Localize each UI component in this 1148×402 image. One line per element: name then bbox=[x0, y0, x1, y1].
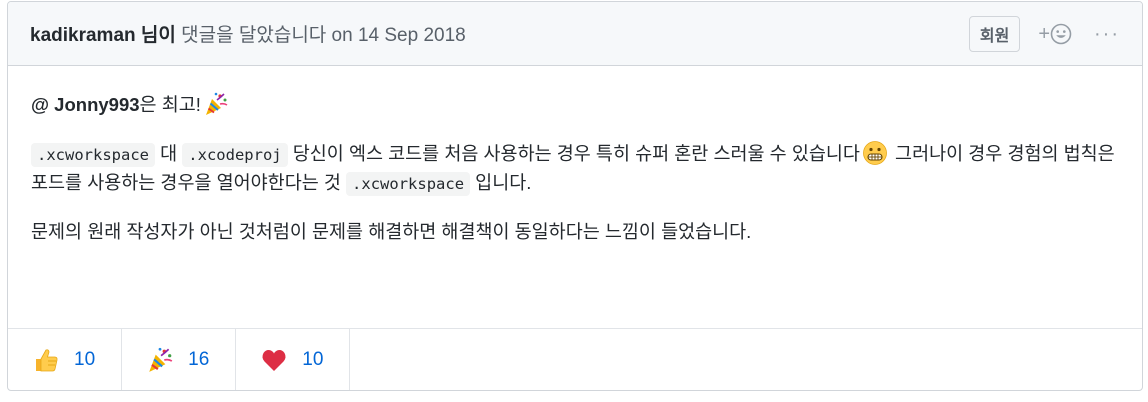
comment-paragraph-2: .xcworkspace 대 .xcodeproj 당신이 엑스 코드를 처음 … bbox=[31, 139, 1119, 198]
reaction-count: 10 bbox=[74, 348, 96, 370]
comment-meta[interactable]: 댓글을 달았습니다 on 14 Sep 2018 bbox=[176, 25, 466, 46]
reaction-count: 10 bbox=[302, 348, 324, 370]
thumbs-up-icon bbox=[36, 348, 58, 371]
reaction-count: 16 bbox=[188, 348, 210, 370]
reactions-bar: 10 16 10 bbox=[8, 328, 1142, 390]
reaction-party-popper[interactable]: 16 bbox=[122, 329, 237, 390]
author-link[interactable]: kadikraman bbox=[30, 25, 136, 46]
inline-code: .xcodeproj bbox=[182, 142, 288, 167]
paragraph-1-text: 은 최고! bbox=[139, 94, 201, 115]
smiley-icon bbox=[1050, 23, 1072, 45]
paragraph-2-text: 대 bbox=[154, 142, 183, 164]
heart-icon bbox=[262, 349, 286, 371]
add-reaction-button[interactable]: + bbox=[1038, 23, 1072, 46]
plus-icon: + bbox=[1038, 22, 1051, 45]
more-options-icon[interactable]: ··· bbox=[1094, 23, 1120, 46]
comment-paragraph-3: 문제의 원래 작성자가 아닌 것처럼이 문제를 해결하면 해결책이 동일하다는 … bbox=[31, 220, 752, 242]
comment-container: kadikraman 님이 댓글을 달았습니다 on 14 Sep 2018 회… bbox=[7, 1, 1143, 391]
member-badge: 회원 bbox=[968, 16, 1021, 52]
grimacing-face-icon bbox=[863, 140, 887, 165]
comment-header: kadikraman 님이 댓글을 달았습니다 on 14 Sep 2018 회… bbox=[8, 2, 1142, 66]
comment-body: @ Jonny993은 최고! .xcworkspace 대 .xcodepro… bbox=[8, 66, 1142, 328]
paragraph-2-text: 입니다. bbox=[470, 172, 532, 194]
comment-header-text: kadikraman 님이 댓글을 달았습니다 on 14 Sep 2018 bbox=[30, 20, 466, 47]
author-suffix: 님이 bbox=[135, 25, 176, 46]
party-popper-icon bbox=[205, 92, 228, 115]
party-popper-icon bbox=[149, 347, 173, 372]
reaction-heart[interactable]: 10 bbox=[236, 329, 351, 390]
inline-code: .xcworkspace bbox=[346, 172, 471, 197]
comment-paragraph-1: @ Jonny993은 최고! bbox=[31, 90, 1119, 120]
reaction-thumbs-up[interactable]: 10 bbox=[8, 329, 123, 390]
paragraph-2-text: 당신이 엑스 코드를 처음 사용하는 경우 특히 슈퍼 혼란 스러울 수 있습니… bbox=[287, 142, 860, 164]
header-actions: 회원 + ··· bbox=[968, 2, 1120, 66]
inline-code: .xcworkspace bbox=[31, 142, 155, 167]
user-mention[interactable]: @ Jonny993 bbox=[31, 94, 140, 115]
